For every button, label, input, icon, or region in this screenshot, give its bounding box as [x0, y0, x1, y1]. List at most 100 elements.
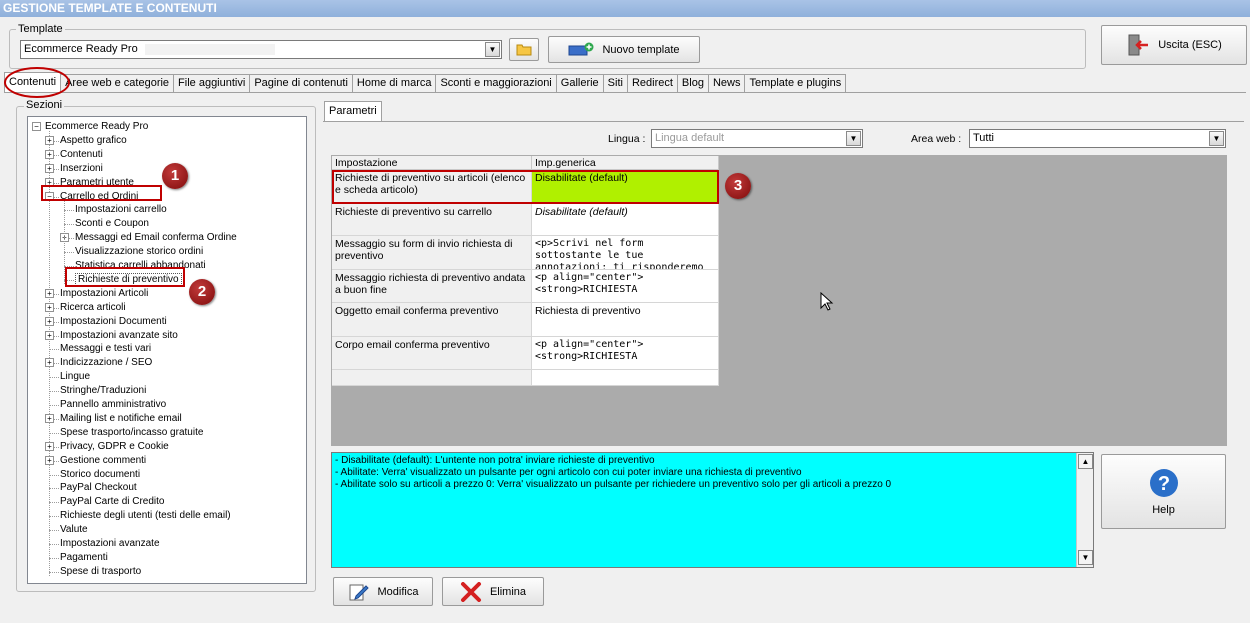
scroll-down-icon[interactable]: ▼	[1078, 550, 1093, 565]
expand-icon: +	[45, 358, 54, 368]
tree-item[interactable]: Messaggi e testi vari	[60, 342, 151, 355]
delete-x-icon	[460, 581, 481, 602]
tree-item[interactable]: Impostazioni Articoli	[60, 287, 148, 300]
tree-line	[49, 377, 59, 379]
lingua-label: Lingua :	[608, 133, 646, 145]
tab-aree-web-e-categorie[interactable]: Aree web e categorie	[60, 74, 175, 92]
tree-item[interactable]: Contenuti	[60, 148, 103, 161]
empty-row-key	[332, 370, 532, 386]
setting-value[interactable]: Disabilitate (default)	[532, 204, 719, 236]
expand-icon: +	[45, 149, 54, 159]
tree-line	[49, 405, 59, 406]
tree-item[interactable]: Impostazioni Documenti	[60, 315, 167, 328]
collapse-icon: −	[32, 122, 41, 131]
setting-value[interactable]: <p align="center"><strong>RICHIESTA	[532, 270, 719, 303]
tree-item[interactable]: Richieste degli utenti (testi delle emai…	[60, 509, 231, 522]
tree-item[interactable]: PayPal Checkout	[60, 481, 137, 494]
tab-blog[interactable]: Blog	[676, 74, 709, 92]
chevron-down-icon[interactable]: ▼	[1209, 131, 1224, 146]
tree-item[interactable]: Lingue	[60, 370, 90, 383]
tree-item[interactable]: Indicizzazione / SEO	[60, 356, 152, 369]
tree-item[interactable]: Spese di trasporto	[60, 565, 141, 578]
tree-root[interactable]: Ecommerce Ready Pro	[45, 120, 148, 133]
lingua-select[interactable]: Lingua default ▼	[651, 129, 863, 148]
tree-line	[49, 432, 59, 434]
tab-sconti-e-maggiorazioni[interactable]: Sconti e maggiorazioni	[435, 74, 557, 92]
sections-group-label: Sezioni	[24, 99, 65, 111]
tab-home-di-marca[interactable]: Home di marca	[351, 74, 437, 92]
chevron-down-icon[interactable]: ▼	[485, 42, 500, 57]
tab-news[interactable]: News	[707, 74, 746, 92]
info-line: - Abilitate: Verra' visualizzato un puls…	[335, 467, 802, 478]
tree-item[interactable]: Impostazioni carrello	[75, 203, 167, 216]
tree-item[interactable]: Visualizzazione storico ordini	[75, 245, 203, 258]
tree-item[interactable]: Impostazioni avanzate sito	[60, 329, 178, 342]
tree-item[interactable]: Spese trasporto/incasso gratuite	[60, 426, 203, 439]
redacted-text	[144, 43, 275, 55]
annotation-badge-1: 1	[162, 163, 188, 189]
tree-item[interactable]: Sconti e Coupon	[75, 217, 149, 230]
chevron-down-icon[interactable]: ▼	[846, 131, 861, 146]
annotation-box-row	[332, 170, 719, 204]
tree-item[interactable]: Aspetto grafico	[60, 134, 127, 147]
setting-key[interactable]: Corpo email conferma preventivo	[332, 337, 532, 370]
tree-line	[49, 349, 59, 351]
tab-file-aggiuntivi[interactable]: File aggiuntivi	[173, 74, 251, 92]
setting-value[interactable]: Richiesta di preventivo	[532, 303, 719, 337]
new-template-button[interactable]: Nuovo template	[548, 36, 700, 63]
tree-item[interactable]: Valute	[60, 523, 88, 536]
info-description: - Disabilitate (default): L'untente non …	[331, 452, 1094, 568]
annotation-box-carrello	[41, 185, 162, 201]
delete-button[interactable]: Elimina	[442, 577, 544, 606]
setting-value[interactable]: <p align="center"><strong>RICHIESTA	[532, 337, 719, 370]
window-title: GESTIONE TEMPLATE E CONTENUTI	[0, 0, 1250, 17]
col-header-setting: Impostazione	[332, 156, 532, 170]
tab-redirect[interactable]: Redirect	[626, 74, 678, 92]
tree-item[interactable]: Messaggi ed Email conferma Ordine	[75, 231, 237, 244]
modify-button[interactable]: Modifica	[333, 577, 433, 606]
mouse-cursor-icon	[820, 292, 834, 311]
tree-item[interactable]: Impostazioni avanzate	[60, 537, 160, 550]
setting-value[interactable]: <p>Scrivi nel form sottostante le tue an…	[532, 236, 719, 270]
setting-key[interactable]: Richieste di preventivo su carrello	[332, 204, 532, 236]
tree-item[interactable]: Mailing list e notifiche email	[60, 412, 182, 425]
lingua-select-value: Lingua default	[655, 132, 725, 144]
tree-item[interactable]: Pannello amministrativo	[60, 398, 166, 411]
tree-item[interactable]: Ricerca articoli	[60, 301, 126, 314]
tree-line	[64, 210, 74, 212]
tree-line	[64, 224, 74, 226]
tree-item[interactable]: Storico documenti	[60, 468, 140, 481]
info-scrollbar[interactable]: ▲ ▼	[1076, 453, 1093, 567]
scroll-up-icon[interactable]: ▲	[1078, 454, 1093, 469]
expand-icon: +	[45, 316, 54, 326]
help-label: Help	[1152, 503, 1175, 516]
tree-item[interactable]: Pagamenti	[60, 551, 108, 564]
empty-row-value	[532, 370, 719, 386]
setting-key[interactable]: Messaggio su form di invio richiesta di …	[332, 236, 532, 270]
tree-item[interactable]: PayPal Carte di Credito	[60, 495, 165, 508]
tab-gallerie[interactable]: Gallerie	[555, 74, 604, 92]
exit-label: Uscita (ESC)	[1158, 39, 1222, 51]
tree-line	[49, 516, 59, 518]
tree-item[interactable]: Privacy, GDPR e Cookie	[60, 440, 169, 453]
tree-item[interactable]: Gestione commenti	[60, 454, 146, 467]
area-select[interactable]: Tutti ▼	[969, 129, 1226, 148]
tab-siti[interactable]: Siti	[602, 74, 628, 92]
setting-key[interactable]: Messaggio richiesta di preventivo andata…	[332, 270, 532, 303]
tree-line	[49, 571, 59, 573]
tab-pagine-di-contenuti[interactable]: Pagine di contenuti	[249, 74, 353, 92]
help-button[interactable]: ? Help	[1101, 454, 1226, 529]
tree-line	[49, 544, 59, 545]
tab-template-e-plugins[interactable]: Template e plugins	[744, 74, 847, 92]
setting-key[interactable]: Oggetto email conferma preventivo	[332, 303, 532, 337]
exit-button[interactable]: Uscita (ESC)	[1101, 25, 1247, 65]
folder-icon	[516, 44, 532, 56]
template-group-label: Template	[16, 23, 65, 35]
delete-label: Elimina	[489, 585, 527, 598]
template-select-value: Ecommerce Ready Pro	[24, 43, 138, 55]
template-select[interactable]: Ecommerce Ready Pro ▼	[20, 40, 502, 59]
tree-item[interactable]: Stringhe/Traduzioni	[60, 384, 146, 397]
open-folder-button[interactable]	[509, 38, 539, 61]
tab-parametri[interactable]: Parametri	[324, 101, 382, 121]
tree-item[interactable]: Inserzioni	[60, 162, 103, 175]
